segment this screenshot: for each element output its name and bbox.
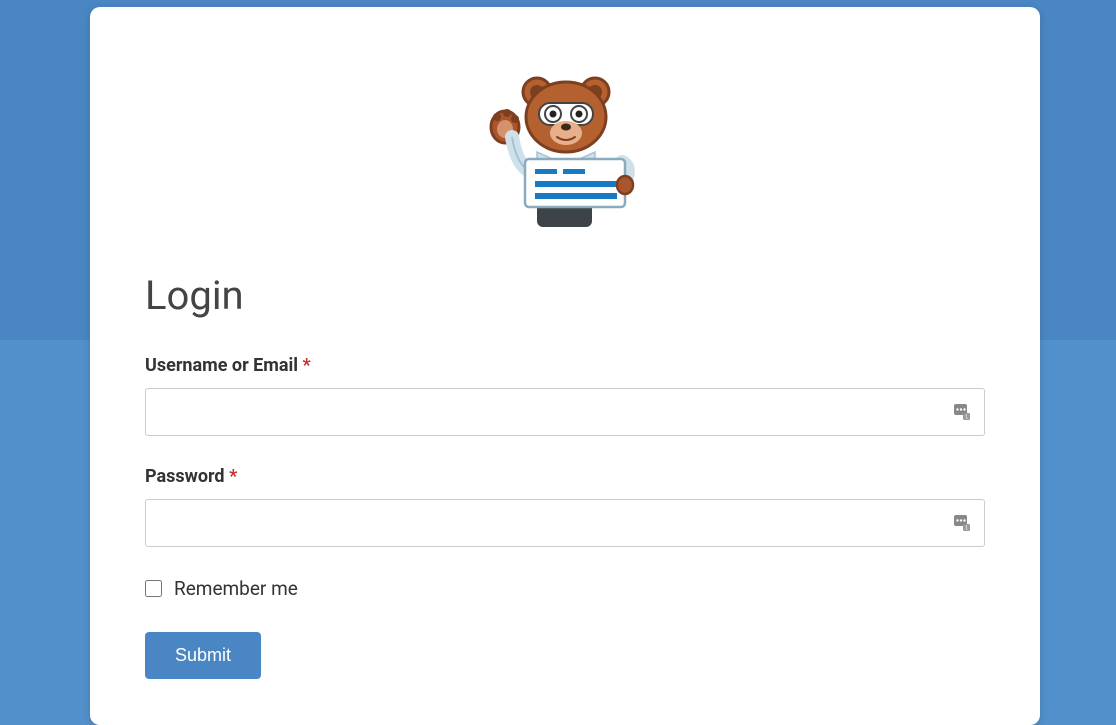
username-label-text: Username or Email <box>145 355 298 376</box>
svg-text:1: 1 <box>965 526 968 532</box>
page-title: Login <box>145 272 985 319</box>
login-card: Login Username or Email * 1 Password * <box>90 7 1040 725</box>
username-field: Username or Email * 1 <box>145 355 985 436</box>
password-manager-icon: 1 <box>953 403 971 421</box>
password-label-text: Password <box>145 466 225 487</box>
remember-me-label: Remember me <box>174 577 298 600</box>
password-label: Password * <box>145 466 985 487</box>
bear-mascot-icon <box>477 67 653 232</box>
required-marker: * <box>229 466 237 487</box>
password-manager-icon: 1 <box>953 514 971 532</box>
required-marker: * <box>303 355 311 376</box>
username-input[interactable] <box>145 388 985 436</box>
mascot-container <box>145 67 985 232</box>
submit-button[interactable]: Submit <box>145 632 261 679</box>
password-input-wrap: 1 <box>145 499 985 547</box>
username-input-wrap: 1 <box>145 388 985 436</box>
password-field: Password * 1 <box>145 466 985 547</box>
username-label: Username or Email * <box>145 355 985 376</box>
svg-text:1: 1 <box>965 415 968 421</box>
remember-me-checkbox[interactable] <box>145 580 162 597</box>
remember-me-row: Remember me <box>145 577 985 600</box>
password-input[interactable] <box>145 499 985 547</box>
